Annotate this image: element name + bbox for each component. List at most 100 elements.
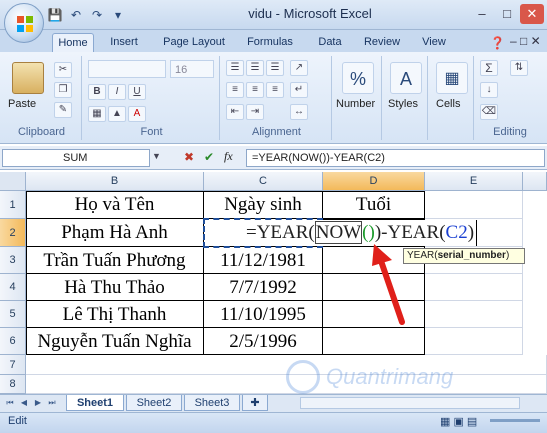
align-bottom-icon[interactable]: ☰	[266, 60, 284, 76]
wrap-text-icon[interactable]: ↵	[290, 82, 308, 98]
close-button[interactable]: ✕	[520, 4, 544, 24]
horizontal-scrollbar[interactable]	[300, 397, 520, 409]
editing-label: Editing	[493, 126, 527, 138]
name-box-dropdown-icon[interactable]: ▼	[152, 151, 161, 161]
percent-icon[interactable]: %	[342, 62, 374, 94]
insert-function-button[interactable]: fx	[224, 149, 233, 164]
table-header[interactable]: Ngày sinh	[204, 191, 323, 219]
minimize-button[interactable]: –	[470, 4, 494, 24]
row-header-2[interactable]: 2	[0, 219, 26, 247]
tab-view[interactable]: View	[414, 33, 454, 52]
tab-formulas[interactable]: Formulas	[240, 33, 300, 52]
format-painter-icon[interactable]: ✎	[54, 102, 72, 118]
ribbon-minimize-icon[interactable]: – □ ✕	[510, 34, 541, 48]
paste-button[interactable]: Paste	[8, 98, 36, 110]
table-cell-name[interactable]: Nguyễn Tuấn Nghĩa	[26, 328, 204, 355]
tab-review[interactable]: Review	[358, 33, 406, 52]
tab-home[interactable]: Home	[52, 33, 94, 54]
table-cell-dob[interactable]: 11/12/1981	[204, 247, 323, 274]
sheet-tab-sheet3[interactable]: Sheet3	[184, 395, 240, 411]
tab-insert[interactable]: Insert	[104, 33, 144, 52]
italic-button[interactable]: I	[108, 84, 126, 100]
row-header-5[interactable]: 5	[0, 301, 26, 328]
styles-button[interactable]: Styles	[388, 98, 418, 110]
copy-icon[interactable]: ❐	[54, 82, 72, 98]
decrease-indent-icon[interactable]: ⇤	[226, 104, 244, 120]
grid-cell[interactable]	[425, 191, 523, 219]
borders-icon[interactable]: ▦	[88, 106, 106, 122]
customize-icon[interactable]: ▾	[109, 6, 127, 24]
row-header-1[interactable]: 1	[0, 191, 26, 219]
grid-cell[interactable]	[425, 328, 523, 355]
align-left-icon[interactable]: ≡	[226, 82, 244, 98]
table-cell-name[interactable]: Lê Thị Thanh	[26, 301, 204, 328]
tab-page-layout[interactable]: Page Layout	[158, 33, 230, 52]
align-right-icon[interactable]: ≡	[266, 82, 284, 98]
tab-data[interactable]: Data	[310, 33, 350, 52]
select-all-corner[interactable]	[0, 172, 26, 191]
column-header-f[interactable]	[523, 172, 547, 191]
maximize-button[interactable]: □	[495, 4, 519, 24]
sort-filter-icon[interactable]: ⇅	[510, 60, 528, 76]
styles-icon[interactable]: A	[390, 62, 422, 94]
sheet-tab-sheet1[interactable]: Sheet1	[66, 395, 124, 411]
table-header[interactable]: Tuổi	[323, 191, 425, 219]
orientation-icon[interactable]: ↗	[290, 60, 308, 76]
cells-button[interactable]: Cells	[436, 98, 460, 110]
office-button[interactable]	[4, 3, 44, 43]
number-button[interactable]: Number	[336, 98, 375, 110]
row-header-6[interactable]: 6	[0, 328, 26, 355]
font-color-icon[interactable]: A	[128, 106, 146, 122]
prev-sheet-icon[interactable]: ◀	[18, 396, 30, 410]
align-middle-icon[interactable]: ☰	[246, 60, 264, 76]
column-header-b[interactable]: B	[26, 172, 204, 191]
paste-icon[interactable]	[12, 62, 44, 94]
name-box[interactable]: SUM	[2, 149, 150, 167]
underline-button[interactable]: U	[128, 84, 146, 100]
table-cell-dob[interactable]: 11/10/1995	[204, 301, 323, 328]
table-cell-dob[interactable]: 2/5/1996	[204, 328, 323, 355]
increase-indent-icon[interactable]: ⇥	[246, 104, 264, 120]
clear-icon[interactable]: ⌫	[480, 104, 498, 120]
column-header-c[interactable]: C	[204, 172, 323, 191]
autosum-icon[interactable]: Σ	[480, 60, 498, 76]
redo-icon[interactable]: ↷	[88, 6, 106, 24]
grid-cell[interactable]	[425, 274, 523, 301]
align-top-icon[interactable]: ☰	[226, 60, 244, 76]
zoom-slider[interactable]	[490, 419, 540, 422]
fill-icon[interactable]: ↓	[480, 82, 498, 98]
font-name-select[interactable]	[88, 60, 166, 78]
table-header[interactable]: Họ và Tên	[26, 191, 204, 219]
first-sheet-icon[interactable]: ⏮	[4, 396, 16, 410]
save-icon[interactable]: 💾	[46, 6, 64, 24]
bold-button[interactable]: B	[88, 84, 106, 100]
grid-cell[interactable]	[425, 301, 523, 328]
table-cell-dob[interactable]: 7/7/1992	[204, 274, 323, 301]
fill-color-icon[interactable]: ▲	[108, 106, 126, 122]
table-cell-name[interactable]: Trần Tuấn Phương	[26, 247, 204, 274]
cut-icon[interactable]: ✂	[54, 62, 72, 78]
last-sheet-icon[interactable]: ⏭	[46, 396, 58, 410]
cells-icon[interactable]: ▦	[436, 62, 468, 94]
formula-input[interactable]: =YEAR(NOW())-YEAR(C2)	[246, 149, 545, 167]
undo-icon[interactable]: ↶	[67, 6, 85, 24]
cancel-icon[interactable]: ✖	[184, 150, 194, 164]
next-sheet-icon[interactable]: ▶	[32, 396, 44, 410]
enter-icon[interactable]: ✔	[204, 150, 214, 164]
insert-sheet-icon[interactable]: ✚	[242, 395, 268, 411]
help-icon[interactable]: ❓	[490, 36, 505, 50]
table-cell-name[interactable]: Hà Thu Thảo	[26, 274, 204, 301]
font-size-select[interactable]: 16	[170, 60, 214, 78]
column-header-d[interactable]: D	[323, 172, 425, 191]
row-header-4[interactable]: 4	[0, 274, 26, 301]
view-buttons-icon[interactable]: ▦ ▣ ▤	[440, 415, 477, 428]
align-center-icon[interactable]: ≡	[246, 82, 264, 98]
column-header-e[interactable]: E	[425, 172, 523, 191]
table-cell-name[interactable]: Phạm Hà Anh	[26, 219, 204, 247]
row-header-7[interactable]: 7	[0, 355, 26, 375]
sheet-tab-sheet2[interactable]: Sheet2	[126, 395, 182, 411]
merge-center-icon[interactable]: ↔	[290, 104, 308, 120]
table-cell-age[interactable]	[323, 328, 425, 355]
row-header-8[interactable]: 8	[0, 375, 26, 394]
row-header-3[interactable]: 3	[0, 247, 26, 274]
